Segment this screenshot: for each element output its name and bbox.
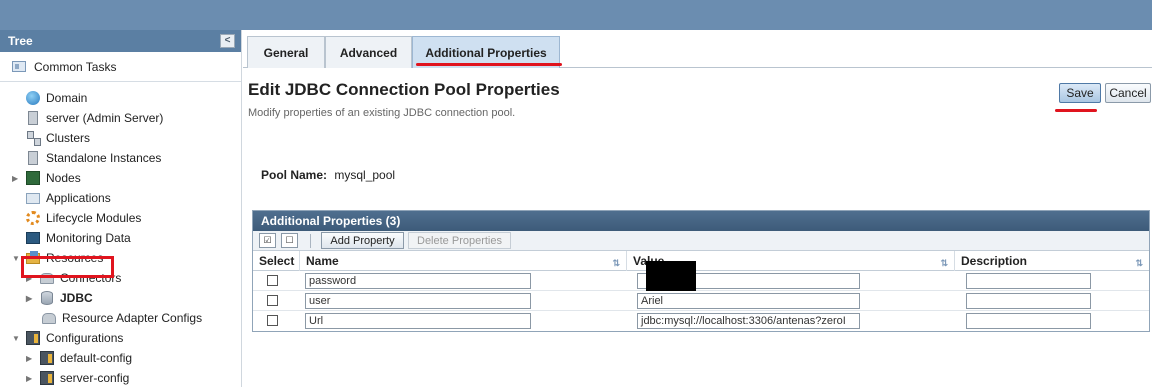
tree-item-label: Domain (46, 91, 88, 105)
description-input[interactable] (966, 293, 1091, 309)
add-property-button[interactable]: Add Property (321, 232, 404, 249)
tree-item-label: Configurations (46, 331, 124, 345)
server-icon (28, 111, 38, 125)
tree-item-label: Resource Adapter Configs (62, 311, 203, 325)
jdbc-highlight-box (21, 256, 114, 278)
common-tasks-label: Common Tasks (34, 59, 117, 74)
save-highlight-underline (1055, 109, 1097, 112)
tree-item-label: Monitoring Data (46, 231, 131, 245)
tree-title: Tree (8, 34, 33, 48)
tree-item-applications[interactable]: Applications (26, 188, 111, 208)
pool-name-row: Pool Name: mysql_pool (261, 168, 395, 182)
tree-item-monitoring-data[interactable]: Monitoring Data (26, 228, 131, 248)
tree-item-label: Clusters (46, 131, 91, 145)
tree-item-standalone-instances[interactable]: Standalone Instances (26, 148, 161, 168)
common-tasks-link[interactable]: Common Tasks (0, 52, 241, 82)
tab-highlight-underline (416, 63, 562, 66)
lifecycle-icon (26, 211, 40, 225)
redacted-block (646, 261, 696, 291)
pool-name-value: mysql_pool (334, 168, 396, 182)
connectors-icon (42, 312, 56, 324)
tree-item-label: JDBC (60, 291, 93, 305)
expand-arrow-icon[interactable]: ▶ (12, 174, 20, 183)
globe-icon (26, 91, 40, 105)
tree-item-domain[interactable]: Domain (26, 88, 87, 108)
configuration-icon (40, 371, 54, 385)
deselect-all-icon[interactable]: ☐ (281, 233, 298, 248)
tree-item-label: server-config (60, 371, 130, 385)
tree-item-resource-adapter-configs[interactable]: Resource Adapter Configs (42, 308, 202, 328)
expand-arrow-icon[interactable]: ▶ (26, 354, 34, 363)
description-input[interactable] (966, 273, 1091, 289)
clusters-icon (26, 131, 41, 146)
page-description: Modify properties of an existing JDBC co… (248, 107, 516, 119)
select-all-icon[interactable]: ☑ (259, 233, 276, 248)
toolbar-divider (310, 234, 311, 248)
tree-item-default-config[interactable]: ▶ default-config (26, 348, 132, 368)
name-input[interactable]: password (305, 273, 531, 289)
monitoring-icon (26, 232, 40, 244)
table-row: password (253, 261, 1149, 291)
additional-properties-table: Additional Properties (3) ☑ ☐ Add Proper… (252, 210, 1150, 332)
sort-icon[interactable]: ⇅ (940, 253, 948, 273)
column-header-label: Name (306, 254, 339, 268)
column-header-name[interactable]: Name ⇅ (300, 251, 627, 271)
pool-name-label: Pool Name: (261, 168, 328, 182)
navigation-tree: Tree < Common Tasks Domain server (Admin… (0, 30, 242, 387)
expand-arrow-icon[interactable]: ▶ (26, 374, 34, 383)
collapse-arrow-icon[interactable]: ▼ (12, 334, 20, 343)
table-row: Url jdbc:mysql://localhost:3306/antenas?… (253, 311, 1149, 331)
table-row: user Ariel (253, 291, 1149, 311)
tab-advanced[interactable]: Advanced (325, 36, 412, 68)
configuration-icon (26, 331, 40, 345)
tree-item-configurations[interactable]: ▼ Configurations (12, 328, 123, 348)
cancel-button[interactable]: Cancel (1105, 83, 1151, 103)
common-tasks-icon (12, 61, 26, 72)
tree-item-lifecycle-modules[interactable]: Lifecycle Modules (26, 208, 141, 228)
sort-icon[interactable]: ⇅ (612, 253, 620, 273)
tree-item-label: server (Admin Server) (46, 111, 164, 125)
expand-arrow-icon[interactable]: ▶ (26, 294, 34, 303)
tree-item-label: Applications (46, 191, 111, 205)
nodes-icon (26, 171, 40, 185)
row-select-checkbox[interactable] (267, 275, 278, 286)
tree-item-clusters[interactable]: Clusters (26, 128, 90, 148)
save-button[interactable]: Save (1059, 83, 1101, 103)
sort-icon[interactable]: ⇅ (1135, 253, 1143, 273)
row-select-checkbox[interactable] (267, 295, 278, 306)
name-input[interactable]: Url (305, 313, 531, 329)
column-header-description[interactable]: Description ⇅ (955, 251, 1149, 271)
value-input[interactable]: jdbc:mysql://localhost:3306/antenas?zero… (637, 313, 860, 329)
description-input[interactable] (966, 313, 1091, 329)
column-header-select: Select (253, 251, 300, 271)
tree-item-jdbc[interactable]: ▶ JDBC (26, 288, 93, 308)
table-toolbar: ☑ ☐ Add Property Delete Properties (253, 231, 1149, 251)
collapse-arrow-icon[interactable]: ▼ (12, 254, 20, 263)
server-icon (28, 151, 38, 165)
tree-header: Tree < (0, 30, 241, 52)
configuration-icon (40, 351, 54, 365)
delete-properties-button[interactable]: Delete Properties (408, 232, 511, 249)
row-select-checkbox[interactable] (267, 315, 278, 326)
top-banner (0, 0, 1152, 30)
table-title: Additional Properties (3) (253, 211, 1149, 231)
main-content: General Advanced Additional Properties E… (243, 30, 1152, 387)
applications-icon (26, 192, 40, 204)
tree-item-label: Lifecycle Modules (46, 211, 142, 225)
column-header-label: Description (961, 254, 1028, 268)
database-icon (41, 291, 53, 305)
tree-item-nodes[interactable]: ▶ Nodes (12, 168, 81, 188)
value-input[interactable]: Ariel (637, 293, 860, 309)
tree-item-label: Nodes (46, 171, 81, 185)
tab-bar: General Advanced Additional Properties (243, 36, 1152, 68)
tree-item-admin-server[interactable]: server (Admin Server) (26, 108, 163, 128)
name-input[interactable]: user (305, 293, 531, 309)
tree-item-label: default-config (60, 351, 133, 365)
tree-item-server-config[interactable]: ▶ server-config (26, 368, 129, 387)
collapse-tree-icon[interactable]: < (220, 34, 235, 48)
tab-general[interactable]: General (247, 36, 325, 68)
table-header: Select Name ⇅ Value ⇅ Description ⇅ (253, 251, 1149, 271)
page-title: Edit JDBC Connection Pool Properties (248, 80, 560, 99)
tree-item-label: Standalone Instances (46, 151, 162, 165)
